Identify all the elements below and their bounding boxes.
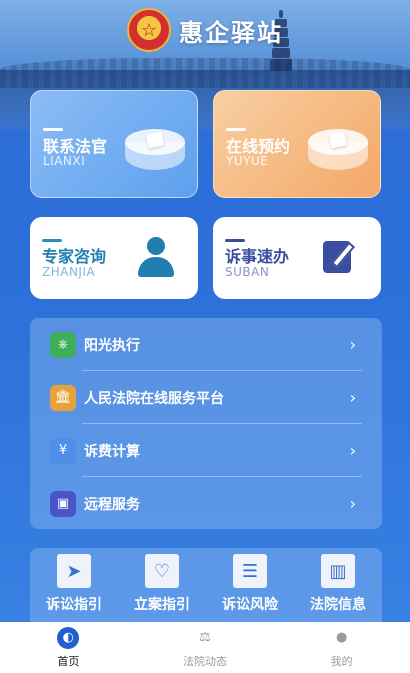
card-online-booking[interactable]: 在线预约 YUYUE [213,90,381,198]
card-accent-bar [42,239,62,242]
quick-label: 诉讼风险 [222,597,278,613]
list-item-fee-calculator[interactable]: ¥ 诉费计算 › [30,424,382,477]
navigation-icon: ➤ [57,554,91,588]
bottom-tab-bar: ◐ 首页 ⚖ 法院动态 ● 我的 [0,622,410,673]
user-icon: ● [336,630,348,645]
tab-profile[interactable]: ● 我的 [273,622,410,673]
stamp-icon: ⎈ [50,331,76,358]
card-title: 专家咨询 [42,247,107,266]
tab-label: 我的 [330,654,353,668]
quick-litigation-guide[interactable]: ➤ 诉讼指引 [30,554,118,614]
card-quick-litigation[interactable]: 诉事速办 SUBAN [213,217,381,299]
tab-label: 法院动态 [183,654,227,668]
chevron-right-icon: › [349,441,356,460]
list-item-sunshine-execution[interactable]: ⎈ 阳光执行 › [30,318,382,371]
app-title: 惠企驿站 [179,18,283,47]
quick-filing-guide[interactable]: ♡ 立案指引 [118,554,206,614]
card-title: 诉事速办 [225,247,290,266]
home-icon: ◐ [57,626,80,649]
quick-label: 诉讼指引 [46,597,102,613]
card-accent-bar [225,239,245,242]
tab-home[interactable]: ◐ 首页 [0,622,137,673]
booking-puck-icon [308,129,368,175]
chevron-right-icon: › [349,388,356,407]
quick-court-info[interactable]: ▥ 法院信息 [294,554,382,614]
court-emblem-icon: ☆ [127,8,171,52]
expert-avatar-icon [138,237,174,277]
card-accent-bar [43,128,63,131]
card-subtitle: ZHANJIA [42,265,96,279]
service-list: ⎈ 阳光执行 › 🏛 人民法院在线服务平台 › ¥ 诉费计算 › ▣ 远程服务 … [30,318,382,529]
card-subtitle: LIANXI [43,154,86,168]
quick-label: 立案指引 [134,597,190,613]
document-icon: ☰ [233,554,267,588]
quick-litigation-risk[interactable]: ☰ 诉讼风险 [206,554,294,614]
card-contact-judge[interactable]: 联系法官 LIANXI [30,90,198,198]
card-accent-bar [226,128,246,131]
quick-label: 法院信息 [310,597,366,613]
tab-label: 首页 [57,654,80,668]
list-item-label: 阳光执行 [84,337,140,354]
chat-puck-icon [125,129,185,175]
list-item-court-online-platform[interactable]: 🏛 人民法院在线服务平台 › [30,371,382,424]
list-item-label: 人民法院在线服务平台 [84,390,224,407]
card-subtitle: YUYUE [226,154,269,168]
card-subtitle: SUBAN [225,265,270,279]
header: ☆ 惠企驿站 [0,6,410,54]
card-expert-consult[interactable]: 专家咨询 ZHANJIA [30,217,198,299]
list-item-remote-service[interactable]: ▣ 远程服务 › [30,477,382,530]
courthouse-icon: 🏛 [50,384,76,411]
list-item-label: 诉费计算 [84,443,140,460]
quick-links: ➤ 诉讼指引 ♡ 立案指引 ☰ 诉讼风险 ▥ 法院信息 [30,548,382,622]
chevron-right-icon: › [349,494,356,513]
hand-heart-icon: ♡ [145,554,179,588]
list-item-label: 远程服务 [84,496,140,513]
building-icon: ▥ [321,554,355,588]
tab-court-news[interactable]: ⚖ 法院动态 [137,622,274,673]
edit-document-icon [323,237,359,275]
scales-icon: ⚖ [199,630,211,645]
yen-icon: ¥ [50,437,76,464]
chevron-right-icon: › [349,335,356,354]
monitor-icon: ▣ [50,490,76,517]
